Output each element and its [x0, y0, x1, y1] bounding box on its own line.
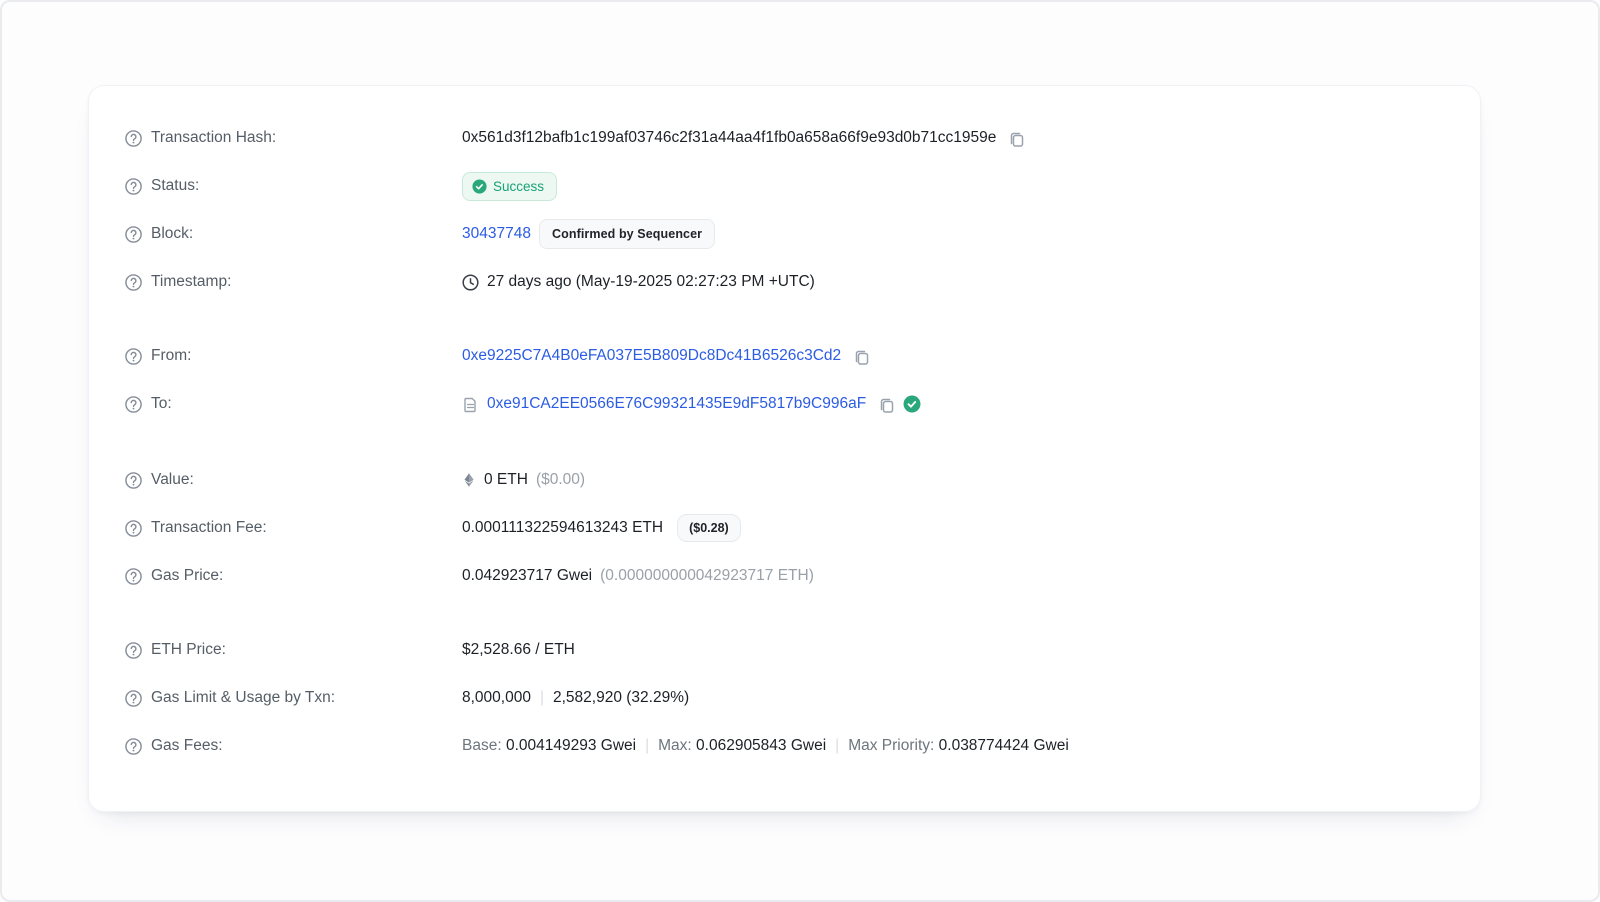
separator: | [540, 689, 544, 707]
row-transaction-fee: Transaction Fee: 0.000111322594613243 ET… [125, 504, 1444, 552]
status-badge-text: Success [493, 179, 544, 194]
transaction-hash-label: Transaction Hash: [151, 129, 276, 147]
timestamp-label: Timestamp: [151, 273, 231, 291]
row-gas-fees: Gas Fees: Base: 0.004149293 Gwei | Max: … [125, 722, 1444, 770]
row-timestamp: Timestamp: 27 days ago (May-19-2025 02:2… [125, 258, 1444, 306]
from-address-link[interactable]: 0xe9225C7A4B0eFA037E5B809Dc8Dc41B6526c3C… [462, 347, 841, 365]
gas-fees-max-value: 0.062905843 Gwei [696, 737, 826, 755]
separator: | [645, 737, 649, 755]
gas-limit-label: Gas Limit & Usage by Txn: [151, 689, 335, 707]
gas-fees-max-priority-label: Max Priority: [848, 737, 934, 755]
help-icon[interactable] [125, 274, 142, 291]
transaction-fee-usd-badge: ($0.28) [677, 514, 741, 542]
gas-limit-value: 8,000,000 [462, 689, 531, 707]
copy-icon [878, 396, 895, 413]
to-label: To: [151, 395, 172, 413]
copy-to-address-button[interactable] [878, 396, 895, 413]
gas-price-gwei: 0.042923717 Gwei [462, 567, 592, 585]
help-icon[interactable] [125, 178, 142, 195]
help-icon[interactable] [125, 690, 142, 707]
status-label: Status: [151, 177, 199, 195]
row-gas-limit-usage: Gas Limit & Usage by Txn: 8,000,000 | 2,… [125, 674, 1444, 722]
transaction-hash-value: 0x561d3f12bafb1c199af03746c2f31a44aa4f1f… [462, 129, 996, 147]
value-amount: 0 ETH [484, 471, 528, 489]
block-label: Block: [151, 225, 193, 243]
from-label: From: [151, 347, 191, 365]
value-label: Value: [151, 471, 194, 489]
row-to: To: 0xe91CA2EE0566E76C99321435E9dF5817b9… [125, 380, 1444, 428]
copy-from-address-button[interactable] [853, 348, 870, 365]
gas-fees-base-label: Base: [462, 737, 502, 755]
eth-price-value: $2,528.66 / ETH [462, 641, 575, 659]
separator: | [835, 737, 839, 755]
help-icon[interactable] [125, 738, 142, 755]
gas-usage-value: 2,582,920 (32.29%) [553, 689, 689, 707]
help-icon[interactable] [125, 472, 142, 489]
row-from: From: 0xe9225C7A4B0eFA037E5B809Dc8Dc41B6… [125, 332, 1444, 380]
help-icon[interactable] [125, 130, 142, 147]
row-status: Status: Success [125, 162, 1444, 210]
timestamp-value: 27 days ago (May-19-2025 02:27:23 PM +UT… [487, 273, 815, 291]
value-usd: ($0.00) [536, 471, 585, 489]
gas-price-eth: (0.000000000042923717 ETH) [600, 567, 814, 585]
transaction-details-card: Transaction Hash: 0x561d3f12bafb1c199af0… [88, 85, 1481, 812]
copy-hash-button[interactable] [1008, 130, 1025, 147]
sequencer-badge: Confirmed by Sequencer [539, 219, 715, 249]
section-gap [125, 306, 1444, 332]
transaction-fee-amount: 0.000111322594613243 ETH [462, 519, 663, 537]
row-gas-price: Gas Price: 0.042923717 Gwei (0.000000000… [125, 552, 1444, 600]
help-icon[interactable] [125, 642, 142, 659]
gas-fees-max-priority-value: 0.038774424 Gwei [939, 737, 1069, 755]
section-gap [125, 600, 1444, 626]
copy-icon [1008, 130, 1025, 147]
help-icon[interactable] [125, 520, 142, 537]
block-number-link[interactable]: 30437748 [462, 225, 531, 243]
verified-check-icon [903, 395, 921, 413]
help-icon[interactable] [125, 568, 142, 585]
eth-icon [462, 472, 476, 488]
to-address-link[interactable]: 0xe91CA2EE0566E76C99321435E9dF5817b9C996… [487, 395, 866, 413]
section-gap [125, 428, 1444, 456]
row-block: Block: 30437748 Confirmed by Sequencer [125, 210, 1444, 258]
transaction-fee-label: Transaction Fee: [151, 519, 267, 537]
eth-price-label: ETH Price: [151, 641, 226, 659]
row-eth-price: ETH Price: $2,528.66 / ETH [125, 626, 1444, 674]
gas-fees-base-value: 0.004149293 Gwei [506, 737, 636, 755]
gas-fees-label: Gas Fees: [151, 737, 223, 755]
success-check-icon [472, 179, 487, 194]
status-badge: Success [462, 172, 557, 201]
gas-fees-max-label: Max: [658, 737, 692, 755]
help-icon[interactable] [125, 348, 142, 365]
help-icon[interactable] [125, 226, 142, 243]
row-transaction-hash: Transaction Hash: 0x561d3f12bafb1c199af0… [125, 114, 1444, 162]
copy-icon [853, 348, 870, 365]
gas-price-label: Gas Price: [151, 567, 223, 585]
row-value: Value: 0 ETH ($0.00) [125, 456, 1444, 504]
help-icon[interactable] [125, 396, 142, 413]
contract-file-icon [462, 396, 479, 413]
clock-icon [462, 274, 479, 291]
